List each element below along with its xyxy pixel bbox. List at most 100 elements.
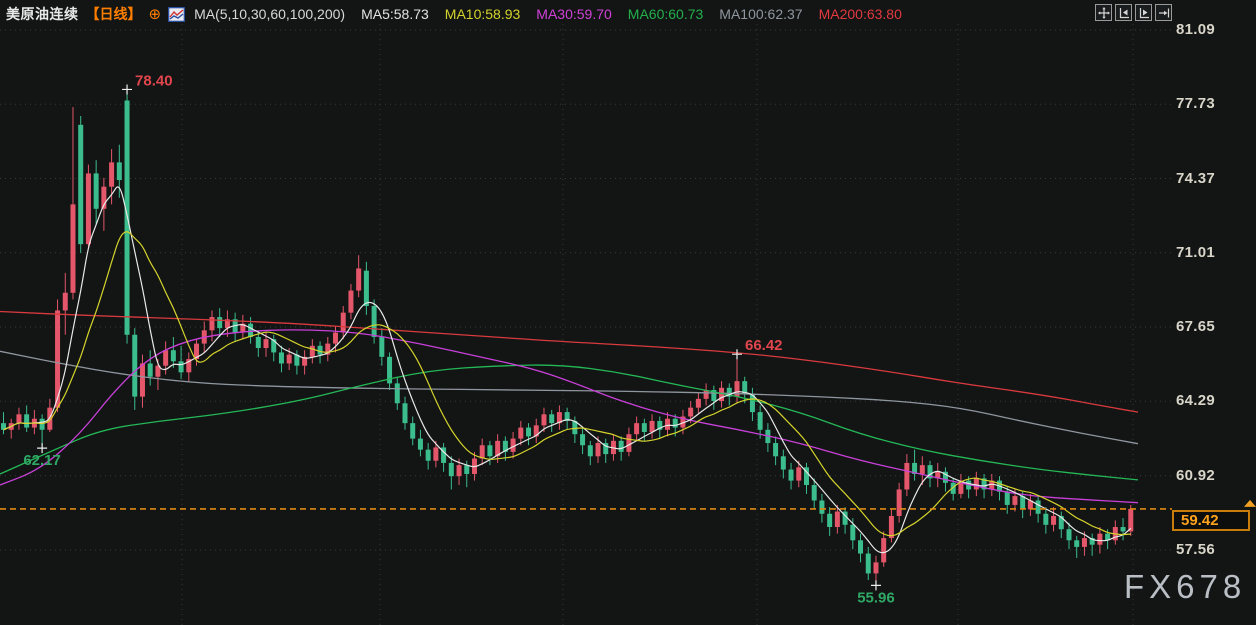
candle-down	[179, 361, 184, 372]
chart-header: 美原油连续 【日线】 ⊕ MA(5,10,30,60,100,200) MA5:…	[6, 3, 902, 25]
chart-type-icon[interactable]	[168, 7, 185, 22]
candle-down	[812, 485, 817, 500]
candle-down	[858, 540, 863, 553]
candle-down	[526, 428, 531, 437]
candle-up	[1051, 516, 1056, 525]
expand-scale-button[interactable]	[1135, 4, 1152, 21]
candle-down	[94, 173, 99, 208]
chart-toolbar	[1095, 4, 1172, 21]
candle-down	[1043, 514, 1048, 525]
candle-down	[279, 352, 284, 363]
candle-up	[696, 399, 701, 408]
candle-down	[256, 337, 261, 348]
current-price-value: 59.42	[1181, 512, 1219, 529]
candle-down	[379, 337, 384, 357]
y-axis-label: 77.73	[1176, 95, 1215, 112]
y-axis-label: 64.29	[1176, 392, 1215, 409]
candle-down	[850, 525, 855, 540]
candle-down	[248, 324, 253, 337]
candle-down	[318, 346, 323, 355]
candle-down	[819, 500, 824, 513]
candle-down	[117, 162, 122, 180]
low-price-label: 55.96	[857, 589, 895, 606]
candle-down	[372, 306, 377, 337]
high-price-label: 78.40	[135, 72, 173, 89]
candlestick-chart[interactable]: 78.40 62.17 66.42 55.96	[0, 0, 1256, 625]
y-axis-label: 57.56	[1176, 541, 1215, 558]
candle-down	[781, 456, 786, 469]
candle-up	[341, 313, 346, 333]
candle-up	[835, 512, 840, 527]
candle-down	[40, 419, 45, 430]
candle-down	[426, 450, 431, 461]
current-price-tag: 59.42	[1172, 510, 1250, 531]
candle-down	[78, 125, 83, 244]
candle-down	[773, 443, 778, 456]
candle-down	[418, 439, 423, 450]
candle-down	[487, 445, 492, 456]
pan-icon	[1098, 7, 1110, 19]
candle-up	[596, 443, 601, 456]
candle-down	[464, 465, 469, 474]
ma30-value: MA30:59.70	[536, 6, 612, 22]
candle-up	[626, 434, 631, 452]
candle-up	[974, 478, 979, 489]
ma100-value: MA100:62.37	[719, 6, 802, 22]
candle-up	[70, 204, 75, 292]
ma200-value: MA200:63.80	[819, 6, 902, 22]
candle-down	[619, 441, 624, 452]
candle-down	[588, 445, 593, 456]
ma-settings-label: MA(5,10,30,60,100,200)	[194, 6, 345, 22]
candle-up	[63, 293, 68, 311]
candle-down	[758, 412, 763, 430]
pan-tool-button[interactable]	[1095, 4, 1112, 21]
candle-down	[642, 423, 647, 432]
candle-up	[518, 428, 523, 439]
add-indicator-icon[interactable]: ⊕	[149, 7, 162, 22]
candle-up	[665, 419, 670, 430]
y-axis-label: 71.01	[1176, 244, 1215, 261]
candle-up	[897, 489, 902, 516]
candle-up	[541, 414, 546, 425]
candle-up	[889, 516, 894, 538]
candle-down	[1036, 500, 1041, 513]
candle-down	[1066, 529, 1071, 540]
candle-down	[827, 514, 832, 527]
ma5-value: MA5:58.73	[361, 6, 429, 22]
candle-up	[904, 463, 909, 490]
candle-up	[634, 423, 639, 434]
candle-up	[433, 447, 438, 460]
high-price-label: 66.42	[745, 337, 783, 354]
candle-down	[402, 403, 407, 423]
candle-up	[310, 346, 315, 357]
candle-down	[24, 414, 29, 427]
candle-down	[866, 554, 871, 574]
candle-down	[1121, 527, 1126, 531]
candle-up	[873, 562, 878, 573]
jump-to-latest-button[interactable]	[1155, 4, 1172, 21]
candle-down	[410, 423, 415, 438]
candle-up	[109, 162, 114, 186]
candle-down	[580, 434, 585, 445]
candle-up	[264, 339, 269, 348]
candle-up	[140, 363, 145, 396]
low-price-label: 62.17	[23, 452, 61, 469]
candle-up	[480, 445, 485, 458]
candle-up	[796, 467, 801, 480]
candle-down	[449, 463, 454, 476]
candle-down	[1005, 492, 1010, 505]
y-axis-label: 81.09	[1176, 21, 1215, 38]
candle-up	[209, 317, 214, 330]
y-axis-label: 74.37	[1176, 170, 1215, 187]
compress-left-icon	[1118, 7, 1130, 19]
candle-up	[1097, 534, 1102, 545]
candle-down	[132, 335, 137, 397]
ma10-value: MA10:58.93	[445, 6, 521, 22]
play-right-icon	[1138, 7, 1150, 19]
trading-chart-window: 78.40 62.17 66.42 55.96 美原油连续 【日线】 ⊕ MA(5,1…	[0, 0, 1256, 625]
extreme-cross-marker	[122, 84, 132, 94]
candle-up	[86, 173, 91, 244]
candle-up	[1012, 496, 1017, 505]
compress-scale-button[interactable]	[1115, 4, 1132, 21]
period-label: 【日线】	[86, 4, 142, 24]
